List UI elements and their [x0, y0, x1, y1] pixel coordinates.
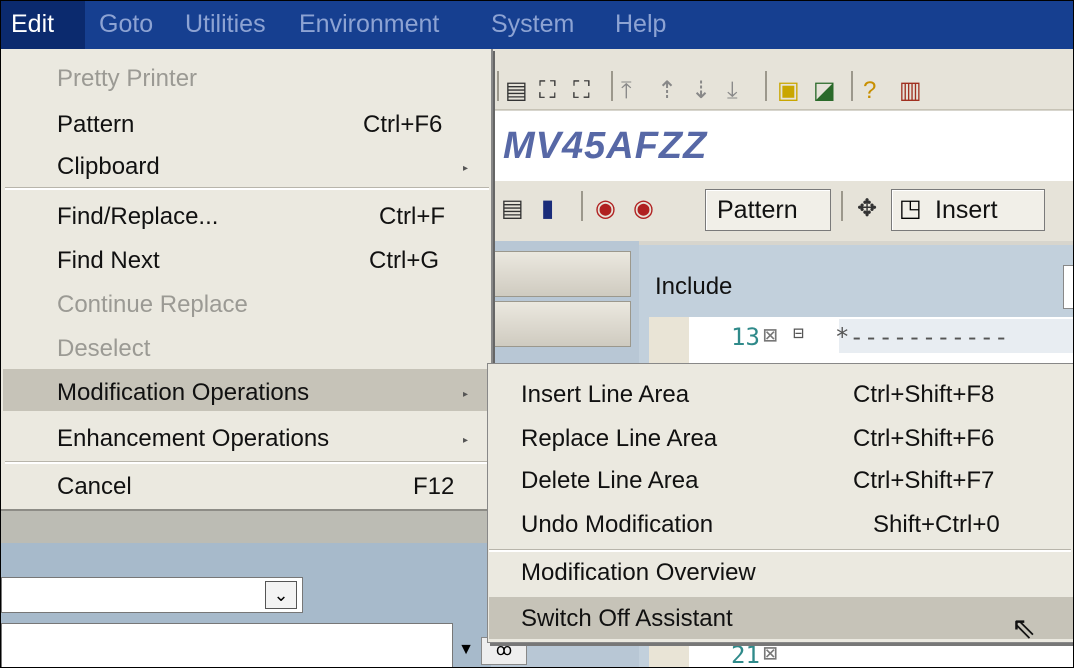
menu-item-find-replace[interactable]: Find/Replace...: [57, 203, 218, 231]
menu-item-pattern[interactable]: Pattern: [57, 111, 134, 139]
menu-system[interactable]: System: [491, 11, 574, 37]
layout-icon[interactable]: ▥: [899, 79, 922, 103]
shortcut-insert-line-area: Ctrl+Shift+F8: [853, 381, 995, 408]
submenu-arrow-icon: ▸: [463, 389, 469, 400]
include-tab[interactable]: [1063, 265, 1073, 309]
shortcut-icon[interactable]: ◪: [813, 79, 836, 103]
line-number: 13: [731, 323, 760, 351]
code-line: *-----------: [835, 323, 1009, 351]
menu-item-deselect[interactable]: Deselect: [57, 335, 150, 363]
chevron-down-icon[interactable]: ⌄: [265, 581, 297, 609]
side-panel-button[interactable]: [491, 301, 631, 347]
toolbar-separator: [841, 191, 843, 221]
submenu-arrow-icon: ▸: [463, 435, 469, 446]
submenu-arrow-icon: ▸: [463, 163, 469, 174]
submenu-item-switch-off-assistant[interactable]: Switch Off Assistant: [521, 605, 733, 633]
include-label: Include: [655, 273, 733, 300]
side-panel-button[interactable]: [491, 251, 631, 297]
dropdown-triangle-icon[interactable]: ▼: [453, 637, 479, 663]
menu-item-pretty-printer[interactable]: Pretty Printer: [57, 65, 197, 93]
shortcut-undo-modification: Shift+Ctrl+0: [873, 511, 1000, 538]
last-page-icon[interactable]: ⤓: [727, 79, 738, 103]
find-icon[interactable]: ⛶: [539, 79, 556, 103]
shortcut-replace-line-area: Ctrl+Shift+F6: [853, 425, 995, 452]
menu-item-enhancement-operations[interactable]: Enhancement Operations: [57, 425, 329, 453]
print-icon[interactable]: ▤: [505, 79, 528, 103]
line-number: 21: [731, 641, 760, 668]
shortcut-find-next: Ctrl+G: [369, 247, 440, 274]
insert-icon: ◳: [899, 195, 922, 222]
menu-item-cancel[interactable]: Cancel: [57, 473, 132, 501]
line-marker: ⊠: [763, 639, 778, 667]
menu-separator: [5, 187, 489, 190]
toolbar-separator: [851, 71, 853, 101]
menu-utilities[interactable]: Utilities: [185, 11, 266, 37]
where-used-icon[interactable]: ✥: [857, 197, 877, 221]
toolbar-separator: [611, 71, 613, 101]
session-breakpoint-icon[interactable]: ◉: [633, 197, 654, 221]
input-field[interactable]: [1, 623, 453, 667]
submenu-item-insert-line-area[interactable]: Insert Line Area: [521, 381, 689, 409]
sap-window: Edit Goto Utilities Environment System H…: [0, 0, 1074, 668]
menu-environment[interactable]: Environment: [299, 11, 439, 37]
next-page-icon[interactable]: ⇣: [691, 79, 711, 103]
submenu-item-replace-line-area[interactable]: Replace Line Area: [521, 425, 717, 453]
shortcut-cancel: F12: [413, 473, 455, 500]
submenu-separator: [489, 549, 1071, 552]
mouse-pointer-icon: ⇖: [1011, 612, 1037, 645]
submenu-item-undo-modification[interactable]: Undo Modification: [521, 511, 713, 539]
menu-goto[interactable]: Goto: [99, 11, 153, 37]
breakpoint-icon[interactable]: ◉: [595, 197, 616, 221]
selection-combobox[interactable]: [1, 577, 303, 613]
menu-item-continue-replace[interactable]: Continue Replace: [57, 291, 248, 319]
create-session-icon[interactable]: ▣: [777, 79, 800, 103]
collapse-icon[interactable]: ⊟: [793, 323, 804, 344]
help-icon[interactable]: ?: [863, 79, 876, 103]
prev-page-icon[interactable]: ⇡: [657, 79, 677, 103]
first-page-icon[interactable]: ⤒: [621, 79, 632, 103]
toolbar-separator: [581, 191, 583, 221]
menu-item-clipboard[interactable]: Clipboard: [57, 153, 160, 181]
insert-button-label: Insert: [935, 196, 998, 224]
pattern-button-label: Pattern: [717, 196, 798, 224]
toolbar-separator: [765, 71, 767, 101]
shortcut-delete-line-area: Ctrl+Shift+F7: [853, 467, 995, 494]
shortcut-find-replace: Ctrl+F: [379, 203, 445, 230]
shortcut-pattern: Ctrl+F6: [363, 111, 443, 138]
submenu-item-modification-overview[interactable]: Modification Overview: [521, 559, 756, 587]
find-next-icon[interactable]: ⛶: [573, 79, 590, 103]
toolbar-separator: [497, 71, 499, 101]
menu-bottom-bar: [1, 509, 491, 543]
menu-item-find-next[interactable]: Find Next: [57, 247, 160, 275]
menu-edit[interactable]: Edit: [11, 11, 54, 37]
menu-item-modification-operations[interactable]: Modification Operations: [57, 379, 309, 407]
window-title: MV45AFZZ: [503, 125, 708, 167]
info-icon[interactable]: ▮: [541, 197, 554, 221]
line-marker: ⊠: [763, 321, 778, 349]
display-object-icon[interactable]: ▤: [501, 197, 524, 221]
menu-help[interactable]: Help: [615, 11, 666, 37]
submenu-item-delete-line-area[interactable]: Delete Line Area: [521, 467, 698, 495]
menu-separator: [5, 461, 489, 464]
